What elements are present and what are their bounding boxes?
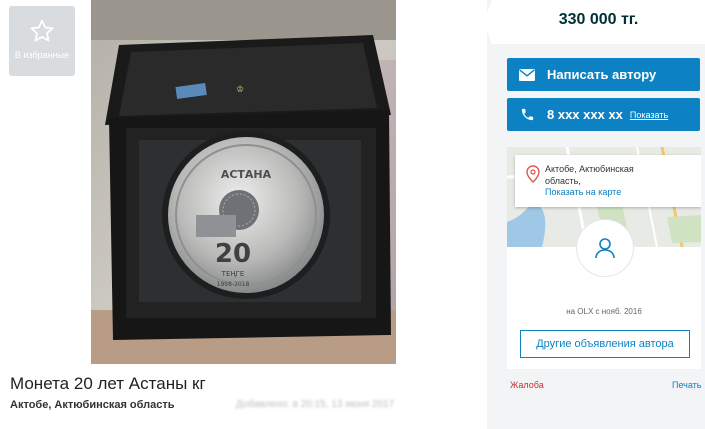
other-ads-button[interactable]: Другие объявления автора [520,330,690,358]
seller-region: область, [545,176,581,186]
phone-icon [513,107,541,122]
map-pin-icon [526,165,540,183]
listing-location[interactable]: Актобе, Актюбинская область [10,399,175,411]
show-phone-link[interactable]: Показать [630,110,668,120]
star-outline-icon [30,19,54,42]
listing-photo[interactable]: ♔ АСТАНА 20 ТЕҢГЕ 1998-2018 [91,0,396,364]
brand-logo: ♔ [236,85,244,95]
location-box: Актобе, Актюбинская область, Показать на… [515,155,701,207]
coin-top-text: АСТАНА [221,168,272,181]
listing-title: Монета 20 лет Астаны кг [10,374,206,393]
svg-text:♔: ♔ [236,85,244,95]
message-author-label: Написать автору [547,67,657,82]
seller-city: Актобе, Актюбинская [545,164,634,174]
show-on-map-link[interactable]: Показать на карте [545,187,621,197]
favorites-label: В избранные [14,50,70,60]
price-badge: 330 000 тг. [484,0,705,44]
user-icon [595,238,615,259]
phone-button[interactable]: 8 xxx xxx xx Показать [507,98,700,131]
member-since: на OLX с нояб. 2016 [566,307,642,316]
complain-link[interactable]: Жалоба [510,380,544,390]
coin-years: 1998-2018 [217,281,250,288]
phone-number: 8 xxx xxx xx [547,107,623,122]
message-author-button[interactable]: Написать автору [507,58,700,91]
listing-added-date: Добавлено: в 20:15, 13 июня 2017 [236,399,395,410]
seller-card: Актобе, Актюбинская область, Показать на… [507,147,701,369]
coin-currency: ТЕҢГЕ [221,270,245,278]
envelope-icon [513,68,541,81]
add-to-favorites-button[interactable]: В избранные [9,6,75,76]
print-link[interactable]: Печать [672,380,701,390]
avatar[interactable] [576,219,634,277]
coin-number: 20 [215,239,251,269]
